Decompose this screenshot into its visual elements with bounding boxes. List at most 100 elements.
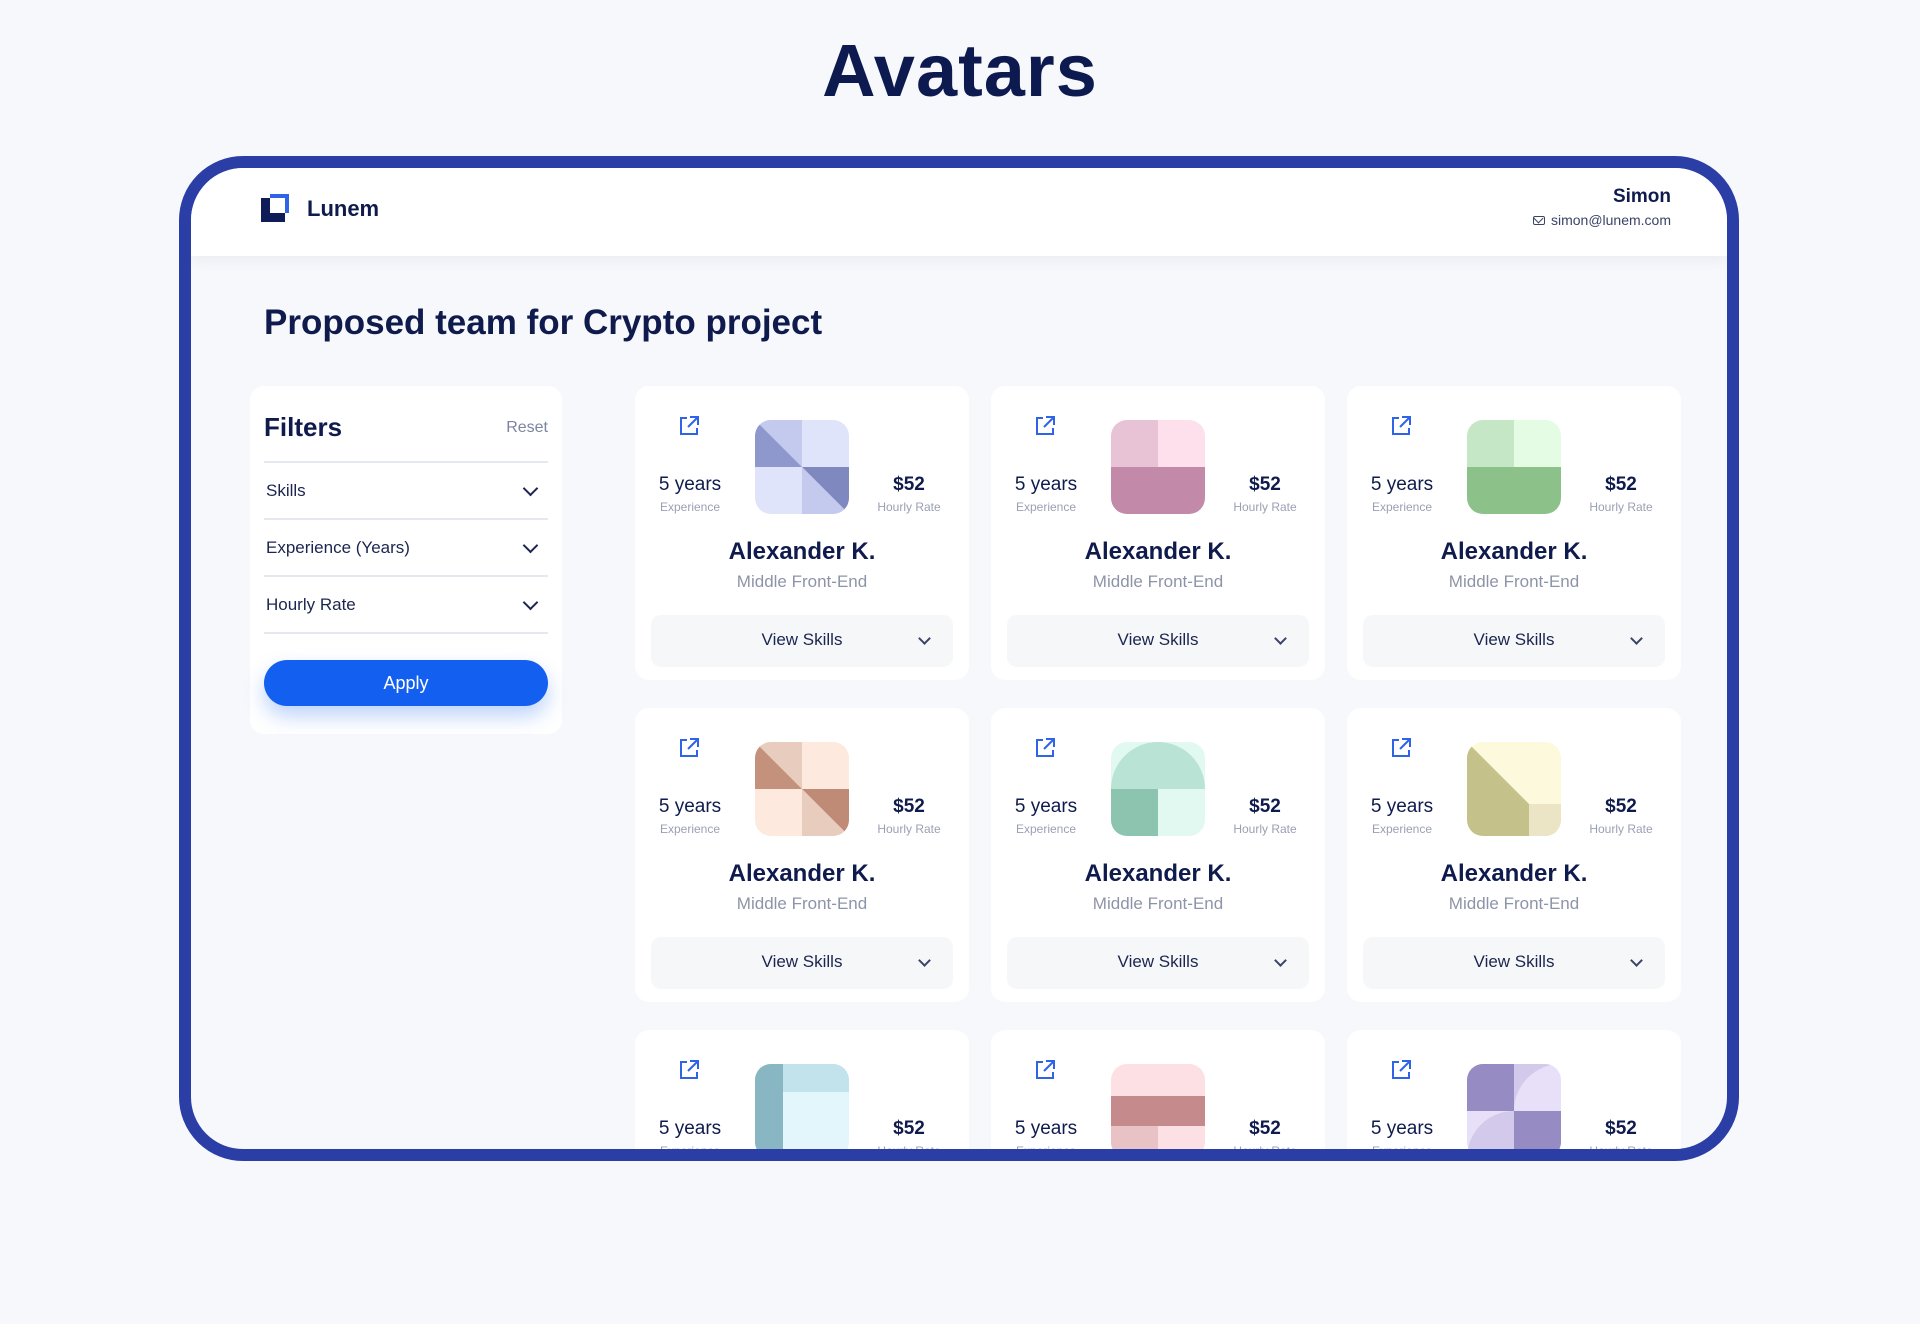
- experience-label: Experience: [1371, 822, 1433, 836]
- member-role: Middle Front-End: [1092, 894, 1224, 913]
- experience-value: 5 years: [658, 796, 722, 817]
- rate-value: $52: [893, 474, 925, 495]
- view-skills-button[interactable]: View Skills: [651, 937, 953, 989]
- rate-label: Hourly Rate: [1233, 500, 1297, 514]
- user-email: simon@lunem.com: [1532, 212, 1671, 228]
- avatar: [1111, 420, 1205, 514]
- rate-value: $52: [1605, 796, 1637, 817]
- view-skills-button[interactable]: View Skills: [1007, 937, 1309, 989]
- experience-value: 5 years: [1370, 796, 1434, 817]
- page-heading: Avatars: [822, 29, 1098, 112]
- experience-stat: 5 years Experience: [1367, 474, 1437, 514]
- team-member-card: 5 years Experience $52 Hourly Rate Alexa…: [1347, 386, 1681, 680]
- top-bar: Lunem Simon simon@lunem.com: [191, 168, 1727, 256]
- rate-label: Hourly Rate: [1589, 1144, 1653, 1158]
- view-skills-button[interactable]: View Skills: [1363, 937, 1665, 989]
- team-member-card: 5 years Experience $52 Hourly Rate Alexa…: [635, 708, 969, 1002]
- filters-title: Filters: [264, 412, 343, 442]
- filter-skills-dropdown[interactable]: Skills: [264, 461, 548, 518]
- experience-label: Experience: [659, 822, 721, 836]
- brand-name[interactable]: Lunem: [307, 196, 379, 222]
- external-link-icon[interactable]: [1033, 414, 1057, 438]
- external-link-icon[interactable]: [1033, 1058, 1057, 1082]
- rate-stat: $52 Hourly Rate: [1581, 474, 1661, 514]
- reset-button[interactable]: Reset: [506, 419, 548, 437]
- member-name: Alexander K.: [728, 860, 876, 887]
- lunem-logo-icon[interactable]: [261, 194, 289, 222]
- member-name: Alexander K.: [1084, 538, 1232, 565]
- view-skills-label: View Skills: [1473, 630, 1555, 649]
- rate-value: $52: [1249, 796, 1281, 817]
- view-skills-button[interactable]: View Skills: [651, 615, 953, 667]
- filters-panel: Filters Reset Skills Experience (Years) …: [250, 386, 562, 734]
- rate-value: $52: [1605, 1118, 1637, 1139]
- avatar: [1467, 742, 1561, 836]
- member-name: Alexander K.: [1440, 860, 1588, 887]
- app-window: Lunem Simon simon@lunem.com Proposed tea…: [179, 156, 1739, 1161]
- experience-value: 5 years: [658, 474, 722, 495]
- filter-label: Skills: [266, 480, 306, 500]
- experience-label: Experience: [1015, 822, 1077, 836]
- team-member-card: 5 years Experience $52 Hourly Rate Alexa…: [1347, 708, 1681, 1002]
- experience-stat: 5 years Experience: [1367, 1118, 1437, 1158]
- filter-hourly-rate-dropdown[interactable]: Hourly Rate: [264, 575, 548, 634]
- user-email-text: simon@lunem.com: [1550, 212, 1671, 228]
- member-name: Alexander K.: [728, 538, 876, 565]
- filters-header: Filters Reset: [264, 412, 548, 443]
- external-link-icon[interactable]: [1389, 736, 1413, 760]
- page-title: Proposed team for Crypto project: [264, 303, 823, 342]
- rate-value: $52: [1249, 1118, 1281, 1139]
- external-link-icon[interactable]: [1389, 1058, 1413, 1082]
- experience-label: Experience: [1015, 1144, 1077, 1158]
- experience-label: Experience: [1371, 1144, 1433, 1158]
- rate-label: Hourly Rate: [1589, 500, 1653, 514]
- chevron-down-icon: [522, 594, 539, 610]
- view-skills-button[interactable]: View Skills: [1007, 615, 1309, 667]
- rate-value: $52: [1249, 474, 1281, 495]
- member-role: Middle Front-End: [1448, 894, 1580, 913]
- rate-label: Hourly Rate: [1233, 822, 1297, 836]
- view-skills-label: View Skills: [1117, 630, 1199, 649]
- view-skills-button[interactable]: View Skills: [1363, 615, 1665, 667]
- rate-stat: $52 Hourly Rate: [1581, 796, 1661, 836]
- experience-value: 5 years: [1370, 1118, 1434, 1139]
- experience-label: Experience: [659, 500, 721, 514]
- member-role: Middle Front-End: [1092, 572, 1224, 591]
- team-member-card: 5 years Experience $52 Hourly Rate Alexa…: [991, 708, 1325, 1002]
- external-link-icon[interactable]: [677, 1058, 701, 1082]
- avatar: [755, 742, 849, 836]
- external-link-icon[interactable]: [677, 736, 701, 760]
- team-member-card: 5 years Experience $52 Hourly Rate Alexa…: [1347, 1030, 1681, 1158]
- experience-label: Experience: [1371, 500, 1433, 514]
- external-link-icon[interactable]: [1389, 414, 1413, 438]
- avatar: [1111, 1064, 1205, 1149]
- member-role: Middle Front-End: [736, 894, 868, 913]
- rate-label: Hourly Rate: [877, 822, 941, 836]
- team-member-card: 5 years Experience $52 Hourly Rate Alexa…: [635, 1030, 969, 1158]
- rate-label: Hourly Rate: [877, 500, 941, 514]
- experience-label: Experience: [1015, 500, 1077, 514]
- member-role: Middle Front-End: [1448, 572, 1580, 591]
- experience-stat: 5 years Experience: [655, 796, 725, 836]
- experience-value: 5 years: [1014, 474, 1078, 495]
- experience-value: 5 years: [658, 1118, 722, 1139]
- user-name: Simon: [1612, 186, 1671, 207]
- experience-stat: 5 years Experience: [1011, 1118, 1081, 1158]
- filter-experience-dropdown[interactable]: Experience (Years): [264, 518, 548, 575]
- external-link-icon[interactable]: [677, 414, 701, 438]
- user-info[interactable]: Simon simon@lunem.com: [1532, 186, 1671, 228]
- experience-stat: 5 years Experience: [1011, 796, 1081, 836]
- avatar: [1111, 742, 1205, 836]
- view-skills-label: View Skills: [761, 952, 843, 971]
- experience-label: Experience: [659, 1144, 721, 1158]
- view-skills-label: View Skills: [761, 630, 843, 649]
- filter-label: Hourly Rate: [266, 594, 356, 614]
- rate-value: $52: [893, 796, 925, 817]
- mail-icon: [1532, 215, 1545, 225]
- rate-stat: $52 Hourly Rate: [869, 796, 949, 836]
- experience-stat: 5 years Experience: [1011, 474, 1081, 514]
- rate-stat: $52 Hourly Rate: [1581, 1118, 1661, 1158]
- external-link-icon[interactable]: [1033, 736, 1057, 760]
- rate-stat: $52 Hourly Rate: [1225, 1118, 1305, 1149]
- apply-button[interactable]: Apply: [264, 660, 548, 706]
